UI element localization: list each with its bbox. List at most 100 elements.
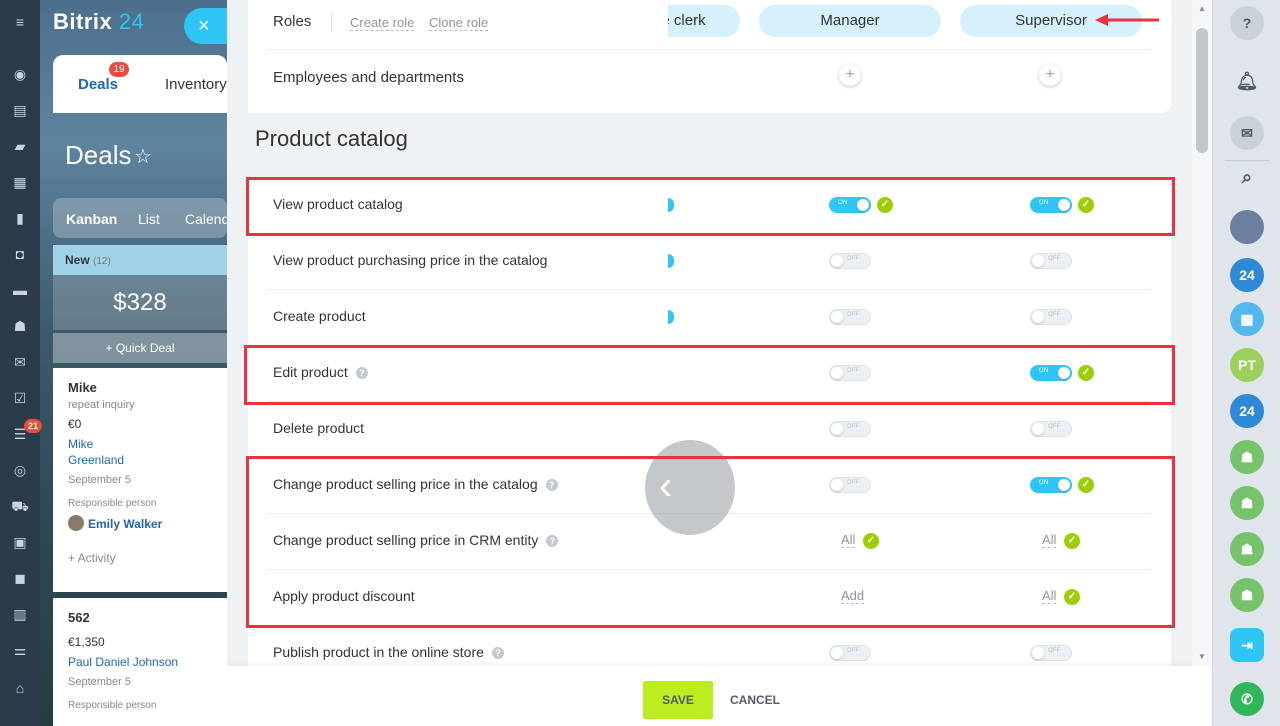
tab-deals[interactable]: Deals: [78, 76, 118, 93]
add-employee-supervisor-button[interactable]: +: [1039, 64, 1061, 86]
manager-permission-toggle[interactable]: OFF: [829, 421, 871, 437]
row-divider: [267, 289, 1151, 290]
footer-bar: SAVE CANCEL: [227, 666, 1212, 726]
supervisor-permission-toggle[interactable]: ON: [1030, 365, 1072, 381]
deal-card[interactable]: 562 €1,350 Paul Daniel Johnson September…: [53, 598, 227, 726]
chat-icon[interactable]: ▰: [11, 138, 29, 154]
close-slider-button[interactable]: ×: [184, 8, 230, 44]
supervisor-permission-toggle[interactable]: OFF: [1030, 253, 1072, 269]
group-chat-icon[interactable]: ☗: [1230, 578, 1264, 612]
checklist-icon[interactable]: ☑: [11, 390, 29, 406]
exit-icon[interactable]: ⇥: [1230, 628, 1264, 662]
check-icon: ✓: [1064, 589, 1080, 605]
view-kanban[interactable]: Kanban: [66, 211, 117, 227]
messenger-icon[interactable]: ✉: [1230, 116, 1264, 150]
cart-icon[interactable]: ⛟: [11, 498, 29, 514]
menu-icon[interactable]: ≡: [11, 14, 29, 30]
deal-contact-link[interactable]: Paul Daniel Johnson: [68, 654, 212, 670]
view-list[interactable]: List: [138, 211, 160, 227]
phone-icon[interactable]: ✆: [1230, 682, 1264, 716]
drive-icon[interactable]: ▬: [11, 282, 29, 298]
calendar-icon[interactable]: ▦: [11, 174, 29, 190]
avatar[interactable]: [1230, 210, 1264, 244]
contact-card-icon[interactable]: ▣: [11, 534, 29, 550]
left-sidebar: ≡ ◉ ▤ ▰ ▦ ▮ ◘ ▬ ☗ ✉ ☑ ☰ 21 ◎ ⛟ ▣ ◼ ▥ ⚌ ⌂: [0, 0, 42, 726]
notifications-bell-icon[interactable]: 🔔︎: [1230, 64, 1264, 98]
settings-sliders-icon[interactable]: ⚌: [11, 642, 29, 658]
scroll-down-arrow-icon[interactable]: ▼: [1197, 652, 1207, 662]
close-icon: ×: [198, 15, 210, 37]
row-divider: [267, 569, 1151, 570]
manager-permission-value[interactable]: All: [841, 533, 856, 548]
deals-count-badge: 19: [109, 62, 129, 77]
view-calendar[interactable]: Calend: [185, 211, 229, 227]
contacts-icon[interactable]: ☗: [11, 318, 29, 334]
quick-deal-button[interactable]: + Quick Deal: [53, 333, 227, 363]
help-icon[interactable]: ?: [545, 479, 558, 491]
manager-permission-value[interactable]: Add: [841, 589, 865, 604]
avatar-initials[interactable]: PT: [1230, 348, 1264, 382]
manager-permission-toggle[interactable]: ON: [829, 197, 871, 213]
supervisor-permission-toggle[interactable]: ON: [1030, 477, 1072, 493]
group-chat-icon[interactable]: ☗: [1230, 532, 1264, 566]
group-chat-icon[interactable]: ☗: [1230, 440, 1264, 474]
search-icon[interactable]: ⌕: [1230, 160, 1264, 194]
responsible-label: Responsible person: [68, 498, 157, 509]
deal-date: September 5: [68, 676, 131, 688]
scroll-up-arrow-icon[interactable]: ▲: [1197, 4, 1207, 14]
help-icon[interactable]: ?: [355, 367, 368, 379]
deal-card[interactable]: Mike repeat inquiry €0 Mike Greenland Se…: [53, 368, 227, 592]
help-icon[interactable]: ?: [546, 535, 559, 547]
vertical-scrollbar[interactable]: ▲ ▼: [1192, 0, 1212, 666]
robot-icon[interactable]: ◘: [11, 246, 29, 262]
supervisor-permission-value[interactable]: All: [1042, 589, 1057, 604]
deal-company-link[interactable]: Greenland: [68, 452, 212, 468]
tasks-icon[interactable]: ▤: [11, 102, 29, 118]
tab-inventory[interactable]: Inventory: [165, 76, 227, 93]
deal-date: September 5: [68, 474, 131, 486]
role-pill-manager[interactable]: Manager: [759, 5, 941, 37]
add-employee-manager-button[interactable]: +: [839, 64, 861, 86]
responsible-label: Responsible person: [68, 700, 157, 711]
responsible-person[interactable]: Emily Walker: [68, 515, 212, 531]
manager-permission-toggle[interactable]: OFF: [829, 309, 871, 325]
supervisor-permission-value[interactable]: All: [1042, 533, 1057, 548]
deal-contact-link[interactable]: Mike: [68, 436, 212, 452]
supervisor-permission-toggle[interactable]: OFF: [1030, 421, 1072, 437]
group-chat-icon[interactable]: ☗: [1230, 486, 1264, 520]
add-activity-link[interactable]: + Activity: [68, 551, 212, 565]
supervisor-permission-toggle[interactable]: OFF: [1030, 645, 1072, 661]
target-icon[interactable]: ◎: [11, 462, 29, 478]
box-icon[interactable]: ◼: [11, 570, 29, 586]
right-sidebar: ? 🔔︎ ✉ ⌕ 24 ▦ PT 24 ☗ ☗ ☗ ☗ ⇥ ✆: [1212, 0, 1280, 726]
activity-stream-icon[interactable]: ◉: [11, 66, 29, 82]
documents-icon[interactable]: ▮: [11, 210, 29, 226]
help-button[interactable]: ?: [1230, 6, 1264, 40]
supervisor-permission-toggle[interactable]: ON: [1030, 197, 1072, 213]
manager-permission-toggle[interactable]: OFF: [829, 365, 871, 381]
manager-permission-toggle[interactable]: OFF: [829, 477, 871, 493]
bitrix24-chat-icon[interactable]: 24: [1230, 394, 1264, 428]
save-button[interactable]: SAVE: [643, 681, 713, 719]
check-icon: ✓: [1078, 365, 1094, 381]
company-icon[interactable]: ⌂: [11, 680, 29, 696]
scroll-thumb[interactable]: [1196, 28, 1208, 153]
check-icon: ✓: [1078, 477, 1094, 493]
kanban-stage-header: New (12): [53, 245, 227, 275]
mail-icon[interactable]: ✉: [11, 354, 29, 370]
cancel-button[interactable]: CANCEL: [730, 693, 780, 707]
bitrix24-chat-icon[interactable]: 24: [1230, 258, 1264, 292]
manager-permission-toggle[interactable]: OFF: [829, 645, 871, 661]
clone-role-link[interactable]: Clone role: [429, 15, 489, 31]
supervisor-permission-toggle[interactable]: OFF: [1030, 309, 1072, 325]
calendar-icon[interactable]: ▦: [1230, 302, 1264, 336]
manager-permission-toggle[interactable]: OFF: [829, 253, 871, 269]
analytics-icon[interactable]: ▥: [11, 606, 29, 622]
help-icon[interactable]: ?: [491, 647, 504, 659]
row-divider: [267, 233, 1151, 234]
permissions-panel: e clerk Manager Supervisor Roles Create …: [227, 0, 1212, 726]
check-icon: ✓: [877, 197, 893, 213]
scroll-left-button[interactable]: ‹: [645, 440, 735, 535]
create-role-link[interactable]: Create role: [350, 15, 415, 31]
favorite-star-icon[interactable]: ☆: [134, 144, 152, 169]
